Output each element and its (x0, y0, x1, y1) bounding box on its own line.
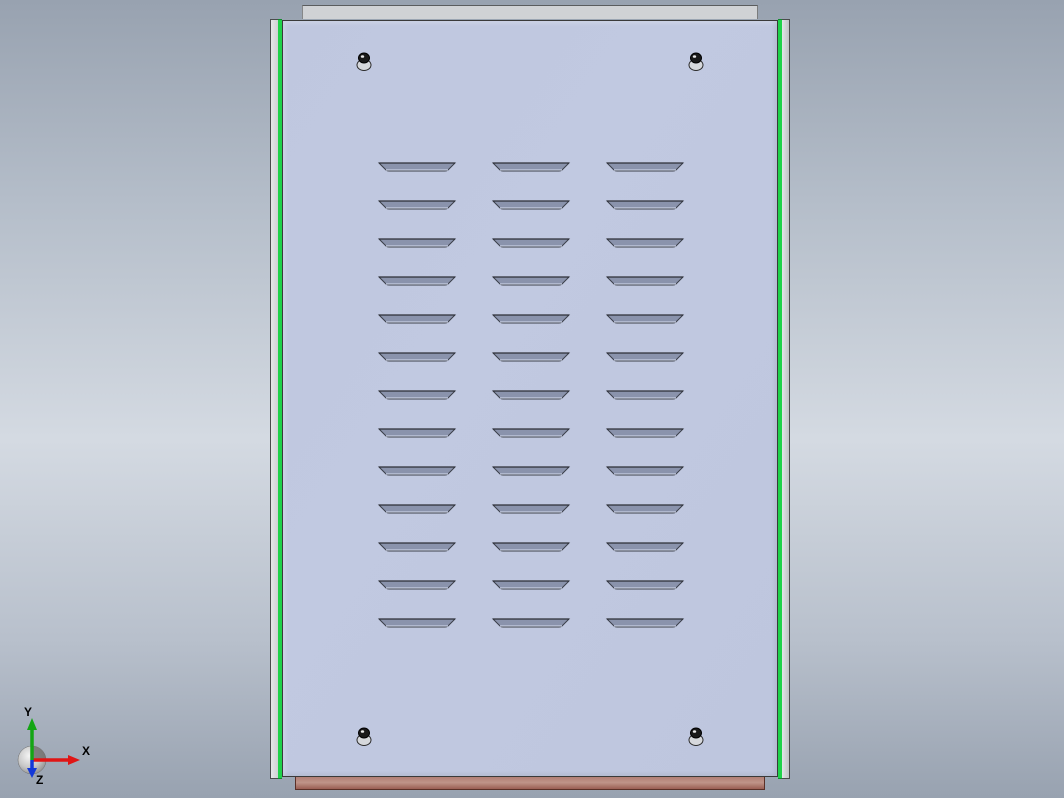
louver-vent (380, 581, 454, 588)
vent-row (380, 391, 682, 398)
louver-vent (380, 467, 454, 474)
louver-vent (380, 543, 454, 550)
louver-vent (608, 201, 682, 208)
view-orientation-triad[interactable]: X Y Z (10, 708, 100, 788)
louver-vent (494, 467, 568, 474)
vent-row (380, 467, 682, 474)
vent-row (380, 315, 682, 322)
louver-vent (380, 315, 454, 322)
louver-vent (608, 581, 682, 588)
louver-vent (380, 239, 454, 246)
louver-vent (494, 543, 568, 550)
frame-left-edge (270, 19, 278, 779)
front-cover-panel[interactable] (282, 20, 778, 777)
louver-vent (494, 277, 568, 284)
louver-vent (494, 581, 568, 588)
louver-vent (608, 315, 682, 322)
vent-row (380, 543, 682, 550)
louver-vent (608, 277, 682, 284)
louver-vent-grid (380, 163, 682, 626)
sheet-metal-panel-assembly[interactable] (270, 5, 790, 790)
cad-viewport[interactable]: X Y Z (0, 0, 1064, 798)
louver-vent (380, 505, 454, 512)
louver-vent (608, 163, 682, 170)
louver-vent (380, 277, 454, 284)
louver-vent (608, 505, 682, 512)
frame-top-edge (302, 5, 758, 19)
louver-vent (494, 619, 568, 626)
vent-row (380, 505, 682, 512)
louver-vent (608, 353, 682, 360)
vent-row (380, 163, 682, 170)
mounting-screw-top-left (356, 51, 372, 71)
vent-row (380, 353, 682, 360)
vent-row (380, 619, 682, 626)
rail-right (778, 19, 782, 779)
louver-vent (608, 619, 682, 626)
louver-vent (494, 505, 568, 512)
louver-vent (494, 391, 568, 398)
axis-z-label: Z (36, 773, 43, 787)
louver-vent (380, 163, 454, 170)
frame-right-edge (782, 19, 790, 779)
vent-row (380, 201, 682, 208)
louver-vent (494, 239, 568, 246)
louver-vent (380, 391, 454, 398)
louver-vent (608, 239, 682, 246)
louver-vent (380, 619, 454, 626)
louver-vent (494, 429, 568, 436)
louver-vent (494, 163, 568, 170)
louver-vent (494, 315, 568, 322)
louver-vent (608, 429, 682, 436)
louver-vent (608, 391, 682, 398)
mounting-screw-bottom-left (356, 726, 372, 746)
louver-vent (494, 353, 568, 360)
mounting-screw-bottom-right (688, 726, 704, 746)
louver-vent (608, 543, 682, 550)
vent-row (380, 277, 682, 284)
louver-vent (380, 201, 454, 208)
vent-row (380, 239, 682, 246)
mounting-screw-top-right (688, 51, 704, 71)
louver-vent (608, 467, 682, 474)
axis-y-label: Y (24, 705, 32, 719)
axis-x-label: X (82, 744, 90, 758)
louver-vent (380, 353, 454, 360)
vent-row (380, 429, 682, 436)
vent-row (380, 581, 682, 588)
louver-vent (380, 429, 454, 436)
louver-vent (494, 201, 568, 208)
